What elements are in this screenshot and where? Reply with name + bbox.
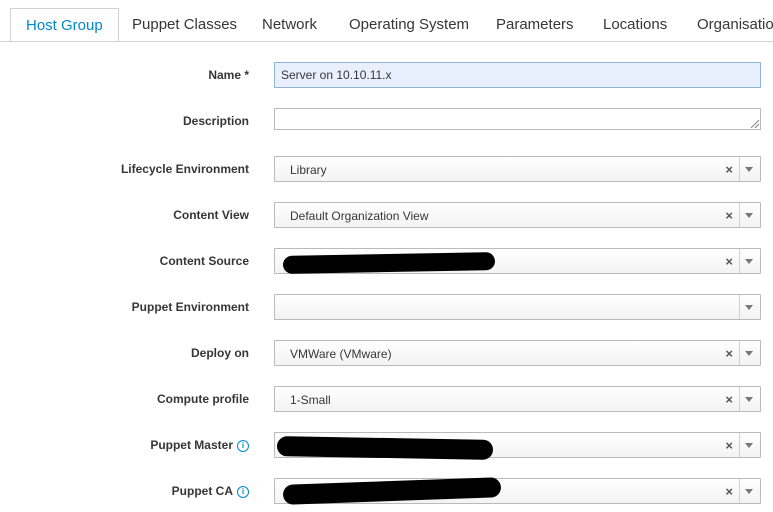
- tab-locations[interactable]: Locations: [588, 8, 682, 41]
- lifecycle-environment-value: Library: [290, 163, 327, 177]
- clear-icon[interactable]: ×: [725, 387, 733, 413]
- puppet-master-label-wrap: Puppet Master i: [150, 432, 249, 458]
- clear-icon[interactable]: ×: [725, 341, 733, 367]
- dropdown-toggle[interactable]: [739, 249, 760, 273]
- info-icon[interactable]: i: [237, 486, 249, 498]
- name-label: Name *: [208, 68, 249, 82]
- compute-profile-label: Compute profile: [157, 392, 249, 406]
- clear-icon[interactable]: ×: [725, 203, 733, 229]
- tab-puppet-classes[interactable]: Puppet Classes: [117, 8, 252, 41]
- redaction-mark: [282, 477, 502, 505]
- caret-down-icon: [745, 167, 753, 172]
- puppet-ca-row: Puppet CA i ×: [0, 477, 773, 505]
- description-row: Description: [0, 108, 773, 134]
- puppet-ca-label-wrap: Puppet CA i: [172, 478, 249, 504]
- deploy-on-row: Deploy on VMWare (VMware) ×: [0, 340, 773, 366]
- content-source-label: Content Source: [159, 254, 249, 268]
- lifecycle-environment-row: Lifecycle Environment Library ×: [0, 156, 773, 182]
- redaction-mark: [282, 252, 496, 274]
- deploy-on-value: VMWare (VMware): [290, 347, 392, 361]
- name-row: Name * Server on 10.10.11.x: [0, 62, 773, 88]
- dropdown-toggle[interactable]: [739, 157, 760, 181]
- compute-profile-select[interactable]: 1-Small ×: [274, 386, 761, 412]
- tab-network[interactable]: Network: [247, 8, 332, 41]
- tab-organisations[interactable]: Organisatio: [682, 8, 773, 41]
- name-input[interactable]: Server on 10.10.11.x: [274, 62, 761, 88]
- caret-down-icon: [745, 489, 753, 494]
- info-icon[interactable]: i: [237, 440, 249, 452]
- caret-down-icon: [745, 305, 753, 310]
- clear-icon[interactable]: ×: [725, 157, 733, 183]
- puppet-environment-label: Puppet Environment: [131, 300, 249, 314]
- dropdown-toggle[interactable]: [739, 387, 760, 411]
- tab-parameters[interactable]: Parameters: [481, 8, 589, 41]
- caret-down-icon: [745, 259, 753, 264]
- caret-down-icon: [745, 443, 753, 448]
- compute-profile-row: Compute profile 1-Small ×: [0, 386, 773, 412]
- description-label: Description: [182, 114, 249, 128]
- tab-bar: Host Group Puppet Classes Network Operat…: [0, 0, 773, 42]
- puppet-ca-select[interactable]: ×: [274, 477, 761, 505]
- puppet-ca-label: Puppet CA: [171, 484, 233, 498]
- caret-down-icon: [745, 397, 753, 402]
- deploy-on-label: Deploy on: [190, 346, 249, 360]
- content-view-value: Default Organization View: [290, 209, 429, 223]
- clear-icon[interactable]: ×: [725, 249, 733, 275]
- puppet-master-select[interactable]: ×: [274, 432, 761, 460]
- puppet-master-row: Puppet Master i ×: [0, 432, 773, 460]
- dropdown-toggle[interactable]: [739, 295, 760, 319]
- lifecycle-environment-select[interactable]: Library ×: [274, 156, 761, 182]
- content-source-row: Content Source ×: [0, 248, 773, 274]
- clear-icon[interactable]: ×: [725, 433, 733, 459]
- clear-icon[interactable]: ×: [725, 479, 733, 505]
- redaction-mark: [276, 436, 494, 460]
- dropdown-toggle[interactable]: [739, 203, 760, 227]
- deploy-on-select[interactable]: VMWare (VMware) ×: [274, 340, 761, 366]
- content-view-row: Content View Default Organization View ×: [0, 202, 773, 228]
- puppet-master-label: Puppet Master: [150, 438, 233, 452]
- dropdown-toggle[interactable]: [739, 479, 760, 503]
- puppet-environment-select[interactable]: [274, 294, 761, 320]
- resize-handle-icon[interactable]: [751, 120, 759, 128]
- content-source-select[interactable]: ×: [274, 248, 761, 274]
- puppet-environment-row: Puppet Environment: [0, 294, 773, 320]
- caret-down-icon: [745, 213, 753, 218]
- compute-profile-value: 1-Small: [290, 393, 331, 407]
- dropdown-toggle[interactable]: [739, 341, 760, 365]
- tab-host-group[interactable]: Host Group: [10, 8, 119, 41]
- content-view-label: Content View: [173, 208, 249, 222]
- lifecycle-environment-label: Lifecycle Environment: [120, 162, 249, 176]
- tab-operating-system[interactable]: Operating System: [334, 8, 484, 41]
- dropdown-toggle[interactable]: [739, 433, 760, 457]
- caret-down-icon: [745, 351, 753, 356]
- content-view-select[interactable]: Default Organization View ×: [274, 202, 761, 228]
- description-textarea[interactable]: [274, 108, 761, 130]
